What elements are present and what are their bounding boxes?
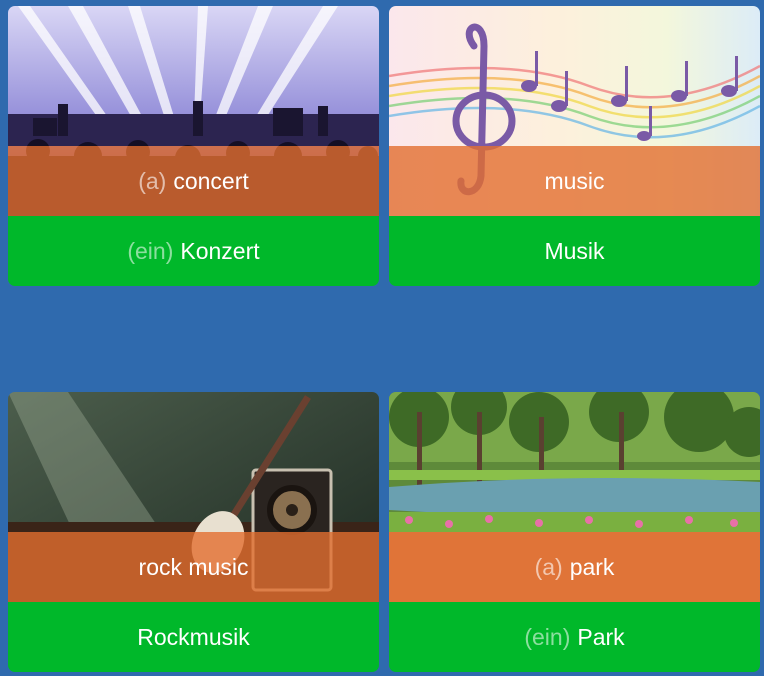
english-word: concert — [173, 167, 249, 194]
english-article: (a) — [138, 167, 167, 194]
flashcard-park[interactable]: (a) park (ein) Park — [389, 392, 760, 672]
english-word: music — [544, 167, 605, 194]
german-answer-bar[interactable]: Rockmusik — [8, 602, 379, 672]
german-answer-bar[interactable]: (ein) Konzert — [8, 216, 379, 286]
english-word: rock music — [138, 553, 249, 580]
flashcard-music[interactable]: music Musik — [389, 6, 760, 286]
english-word: park — [569, 553, 615, 580]
english-word-bar: (a) concert — [8, 146, 379, 216]
german-article: (ein) — [524, 623, 571, 650]
english-word-bar: (a) park — [389, 532, 760, 602]
german-word: Rockmusik — [137, 623, 250, 650]
german-word: Konzert — [180, 237, 260, 264]
english-word-bar: rock music — [8, 532, 379, 602]
flashcard-concert[interactable]: (a) concert (ein) Konzert — [8, 6, 379, 286]
german-answer-bar[interactable]: (ein) Park — [389, 602, 760, 672]
english-article: (a) — [534, 553, 563, 580]
english-word-bar: music — [389, 146, 760, 216]
german-word: Musik — [544, 237, 605, 264]
german-article: (ein) — [127, 237, 174, 264]
flashcard-rock-music[interactable]: rock music Rockmusik — [8, 392, 379, 672]
german-answer-bar[interactable]: Musik — [389, 216, 760, 286]
german-word: Park — [577, 623, 625, 650]
